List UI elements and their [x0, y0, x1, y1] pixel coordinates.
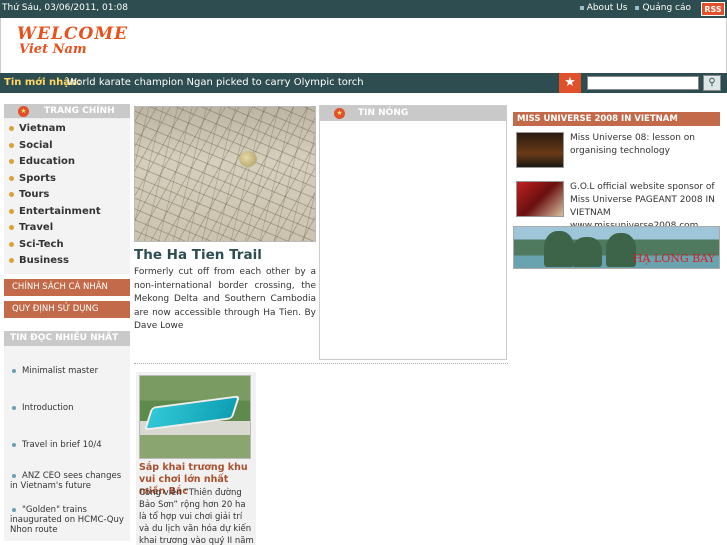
star-icon: ★ — [18, 106, 29, 117]
category-menu: Vietnam Social Education Sports Tours En… — [4, 119, 130, 274]
most-read-item[interactable]: Introduction — [4, 403, 130, 413]
most-read-item[interactable]: Minimalist master — [4, 366, 130, 376]
top-links: About Us Quảng cáo — [579, 3, 691, 13]
mountain-graphic — [572, 237, 602, 267]
bullet-icon — [9, 159, 14, 164]
miss-universe-title: MISS UNIVERSE 2008 IN VIETNAM — [513, 112, 720, 126]
miss-universe-item[interactable]: Miss Universe 08: lesson on organising t… — [513, 129, 720, 179]
search-button[interactable]: ⚲ — [703, 75, 721, 91]
latest-news-headline[interactable]: World karate champion Ngan picked to car… — [67, 77, 364, 88]
right-sidebar: MISS UNIVERSE 2008 IN VIETNAM Miss Unive… — [513, 112, 720, 269]
star-icon: ★ — [559, 73, 581, 93]
article-card: Sắp khai trương khu vui chơi lớn nhất mi… — [136, 372, 256, 545]
banner-caption: HẠ LONG BAY — [632, 252, 715, 265]
sidebar-item-education[interactable]: Education — [4, 154, 130, 171]
logo-line1: WELCOME — [17, 24, 129, 44]
site-header: WELCOME Viet Nam — [0, 18, 727, 73]
pool-graphic — [143, 395, 241, 431]
search-input[interactable] — [587, 76, 699, 90]
sidebar-item-social[interactable]: Social — [4, 138, 130, 155]
featured-article-image[interactable] — [134, 106, 316, 242]
most-read-title: TIN ĐỌC NHIỀU NHẤT — [4, 330, 130, 346]
terms-of-use-link[interactable]: QUY ĐỊNH SỬ DỤNG — [4, 300, 130, 318]
sidebar-item-business[interactable]: Business — [4, 253, 130, 270]
sidebar-item-tours[interactable]: Tours — [4, 187, 130, 204]
bullet-icon — [12, 507, 16, 512]
bullet-icon — [9, 126, 14, 131]
bullet-icon — [9, 225, 14, 230]
bullet-icon — [635, 6, 640, 10]
miss-universe-item[interactable]: G.O.L official website sponsor of Miss U… — [513, 178, 720, 231]
miss-universe-thumbnail[interactable] — [516, 132, 564, 168]
bullet-icon — [579, 6, 584, 10]
content-divider — [134, 363, 508, 364]
featured-article-summary: Formerly cut off from each other by a no… — [134, 267, 316, 331]
bullet-icon — [9, 208, 14, 214]
sidebar-item-travel[interactable]: Travel — [4, 220, 130, 237]
home-section-header: ★ TRANG CHÍNH — [4, 104, 130, 119]
most-read-box: TIN ĐỌC NHIỀU NHẤT Minimalist master Int… — [4, 330, 130, 541]
bullet-icon — [12, 473, 16, 478]
bullet-icon — [12, 442, 16, 447]
mountain-graphic — [544, 231, 574, 267]
news-ticker-bar: Tin mới nhận: World karate champion Ngan… — [0, 73, 727, 93]
mountain-graphic — [606, 233, 636, 267]
site-logo[interactable]: WELCOME Viet Nam — [17, 24, 128, 57]
bullet-icon — [9, 258, 14, 263]
article-card-summary: Công viên “Thiên đường Bảo Sơn” rộng hơn… — [139, 488, 254, 545]
bullet-icon — [9, 142, 14, 148]
ha-long-bay-banner[interactable]: HẠ LONG BAY — [513, 226, 720, 269]
logo-line2: Viet Nam — [19, 42, 87, 57]
featured-article: The Ha Tien Trail Formerly cut off from … — [134, 106, 316, 334]
hot-news-title: TIN NÓNG — [358, 108, 409, 118]
rss-button[interactable]: RSS — [701, 2, 725, 16]
miss-universe-thumbnail[interactable] — [516, 181, 564, 217]
bullet-icon — [9, 175, 14, 181]
sidebar-item-vietnam[interactable]: Vietnam — [4, 121, 130, 138]
current-date: Thứ Sáu, 03/06/2011, 01:08 — [2, 3, 128, 13]
sidebar-item-entertainment[interactable]: Entertainment — [4, 204, 130, 221]
most-read-item[interactable]: "Golden" trains inaugurated on HCMC-Quy … — [4, 505, 130, 535]
featured-article-title[interactable]: The Ha Tien Trail — [134, 247, 316, 263]
advertising-link[interactable]: Quảng cáo — [635, 3, 691, 13]
bullet-icon — [9, 192, 14, 197]
sidebar-item-sci-tech[interactable]: Sci-Tech — [4, 237, 130, 254]
miss-universe-item-text[interactable]: Miss Universe 08: lesson on organising t… — [570, 132, 720, 158]
shell-graphic — [239, 151, 257, 167]
left-sidebar: ★ TRANG CHÍNH Vietnam Social Education S… — [4, 104, 130, 541]
search-icon: ⚲ — [708, 77, 716, 88]
privacy-policy-link[interactable]: CHÍNH SÁCH CÁ NHÂN — [4, 278, 130, 296]
article-card-image[interactable] — [139, 375, 251, 459]
most-read-item[interactable]: Travel in brief 10/4 — [4, 440, 130, 450]
bullet-icon — [12, 368, 16, 373]
home-section-title: TRANG CHÍNH — [44, 106, 115, 116]
hot-news-header: ★ TIN NÓNG — [320, 106, 506, 121]
top-bar: Thứ Sáu, 03/06/2011, 01:08 About Us Quản… — [0, 0, 727, 18]
bullet-icon — [12, 405, 16, 410]
about-us-link[interactable]: About Us — [579, 3, 627, 13]
sidebar-item-sports[interactable]: Sports — [4, 171, 130, 188]
star-icon: ★ — [334, 108, 345, 119]
hot-news-box: ★ TIN NÓNG — [319, 105, 507, 360]
most-read-item[interactable]: ANZ CEO sees changes in Vietnam's future — [4, 471, 130, 491]
bullet-icon — [9, 241, 14, 247]
